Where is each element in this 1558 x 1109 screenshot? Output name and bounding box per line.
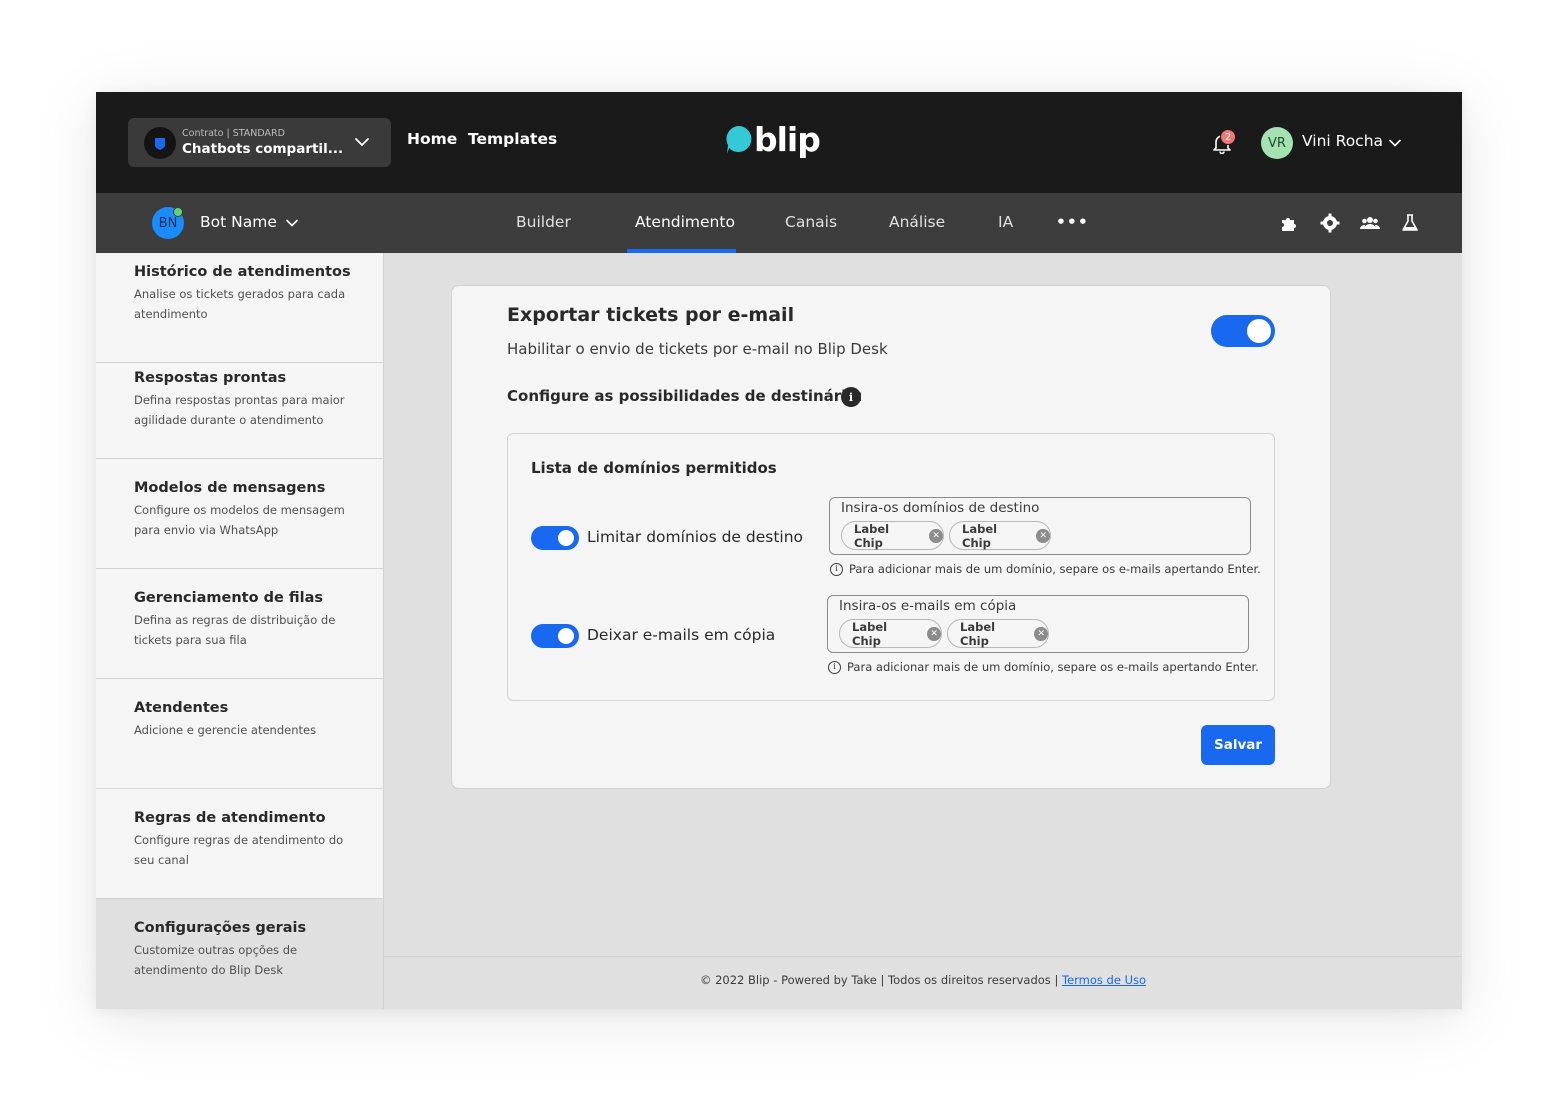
chevron-down-icon[interactable]: [353, 133, 371, 151]
footer-divider: [384, 956, 1462, 957]
sidebar-item-desc: Configure os modelos de mensagem para en…: [134, 503, 345, 537]
info-outline-icon: i: [828, 660, 841, 674]
export-tickets-card: Exportar tickets por e-mail Habilitar o …: [451, 285, 1331, 789]
nav-templates[interactable]: Templates: [468, 130, 557, 148]
export-email-toggle[interactable]: [1211, 315, 1275, 347]
card-title: Exportar tickets por e-mail: [507, 304, 795, 326]
sidebar-item-desc: Adicione e gerencie atendentes: [134, 723, 317, 737]
sidebar-item-desc: Customize outras opções de atendimento d…: [134, 943, 298, 977]
label-chip[interactable]: Label Chip ✕: [839, 619, 942, 648]
gear-icon[interactable]: [1320, 213, 1340, 233]
sidebar-item-title: Respostas prontas: [134, 370, 287, 386]
domains-helper-text: i Para adicionar mais de um domínio, sep…: [830, 562, 1261, 576]
chip-remove-icon[interactable]: ✕: [929, 528, 943, 543]
top-bar: Contrato | STANDARD Chatbots compartil..…: [96, 92, 1462, 193]
active-tab-indicator: [627, 249, 736, 253]
contract-selector[interactable]: Contrato | STANDARD Chatbots compartil..…: [128, 118, 391, 167]
contract-name: Chatbots compartil...: [182, 140, 344, 157]
team-icon[interactable]: [1360, 213, 1380, 233]
more-icon[interactable]: •••: [1056, 213, 1089, 231]
field-label: Insira-os domínios de destino: [841, 500, 1040, 516]
toggle-knob: [558, 530, 574, 546]
footer: © 2022 Blip - Powered by Take | Todos os…: [384, 973, 1462, 987]
tab-ia[interactable]: IA: [998, 213, 1013, 231]
sidebar-item-configuracoes[interactable]: Configurações gerais Customize outras op…: [96, 899, 383, 1009]
tab-atendimento[interactable]: Atendimento: [635, 213, 735, 231]
chip-label: Label Chip: [852, 619, 888, 648]
recipient-config-label: Configure as possibilidades de destinári…: [507, 387, 863, 405]
sidebar-item-title: Atendentes: [134, 700, 229, 716]
helper-text: Para adicionar mais de um domínio, separ…: [849, 562, 1261, 576]
footer-text: © 2022 Blip - Powered by Take | Todos os…: [699, 973, 1062, 987]
blip-logo[interactable]: blip: [723, 120, 821, 159]
cc-emails-toggle[interactable]: [531, 624, 579, 648]
online-status-dot: [173, 207, 183, 217]
info-outline-icon: i: [830, 562, 843, 576]
contract-plan: Contrato | STANDARD: [182, 127, 285, 139]
toggle-knob: [1247, 319, 1271, 343]
sidebar-item-regras[interactable]: Regras de atendimento Configure regras d…: [96, 789, 383, 899]
sidebar-item-modelos[interactable]: Modelos de mensagens Configure os modelo…: [96, 459, 383, 569]
sidebar-item-title: Regras de atendimento: [134, 810, 326, 826]
chevron-down-icon[interactable]: [1388, 136, 1402, 150]
sidebar-item-title: Gerenciamento de filas: [134, 590, 323, 606]
info-icon[interactable]: i: [841, 387, 861, 407]
save-button[interactable]: Salvar: [1201, 725, 1275, 765]
logo-text: blip: [754, 120, 821, 159]
label-chip[interactable]: Label Chip ✕: [947, 619, 1049, 648]
sidebar-item-atendentes[interactable]: Atendentes Adicione e gerencie atendente…: [96, 679, 383, 789]
user-name[interactable]: Vini Rocha: [1302, 132, 1383, 150]
nav-home[interactable]: Home: [407, 130, 457, 148]
chip-label: Label Chip: [962, 521, 998, 550]
sidebar-item-title: Configurações gerais: [134, 920, 307, 936]
field-label: Insira-os e-mails em cópia: [839, 598, 1017, 614]
sidebar-item-filas[interactable]: Gerenciamento de filas Defina as regras …: [96, 569, 383, 679]
tab-analise[interactable]: Análise: [889, 213, 945, 231]
puzzle-icon[interactable]: [1279, 213, 1299, 233]
cc-helper-text: i Para adicionar mais de um domínio, sep…: [828, 660, 1259, 674]
terms-link[interactable]: Termos de Uso: [1062, 973, 1146, 987]
flask-icon[interactable]: [1400, 213, 1420, 233]
chip-label: Label Chip: [960, 619, 996, 648]
limit-domains-toggle[interactable]: [531, 526, 579, 550]
label-chip[interactable]: Label Chip ✕: [949, 521, 1051, 550]
label-chip[interactable]: Label Chip ✕: [841, 521, 944, 550]
contract-icon: [144, 126, 176, 159]
helper-text: Para adicionar mais de um domínio, separ…: [847, 660, 1259, 674]
sidebar-item-desc: Configure regras de atendimento do seu c…: [134, 833, 344, 867]
sidebar-item-title: Histórico de atendimentos: [134, 264, 351, 280]
limit-domains-label: Limitar domínios de destino: [587, 528, 804, 546]
chevron-down-icon[interactable]: [285, 216, 299, 230]
card-subtitle: Habilitar o envio de tickets por e-mail …: [507, 340, 888, 358]
settings-sidebar: Histórico de atendimentos Analise os tic…: [96, 253, 384, 1009]
cc-emails-label: Deixar e-mails em cópia: [587, 626, 776, 644]
app-window: Contrato | STANDARD Chatbots compartil..…: [96, 92, 1462, 1009]
cc-emails-field[interactable]: Insira-os e-mails em cópia Label Chip ✕ …: [827, 595, 1249, 653]
sidebar-item-respostas[interactable]: Respostas prontas Defina respostas pront…: [96, 349, 383, 459]
sidebar-item-desc: Defina respostas prontas para maior agil…: [134, 393, 345, 427]
sidebar-item-desc: Analise os tickets gerados para cada ate…: [134, 287, 346, 321]
allowed-domains-panel: Lista de domínios permitidos Limitar dom…: [507, 433, 1275, 701]
bot-name[interactable]: Bot Name: [200, 213, 277, 231]
blip-bubble-icon: [726, 125, 752, 154]
chip-remove-icon[interactable]: ✕: [1034, 626, 1048, 641]
tab-builder[interactable]: Builder: [516, 213, 571, 231]
chip-remove-icon[interactable]: ✕: [927, 626, 941, 641]
sidebar-item-historico[interactable]: Histórico de atendimentos Analise os tic…: [96, 253, 383, 363]
sidebar-item-desc: Defina as regras de distribuição de tick…: [134, 613, 336, 647]
chip-label: Label Chip: [854, 521, 890, 550]
toggle-knob: [558, 628, 574, 644]
chip-remove-icon[interactable]: ✕: [1036, 528, 1050, 543]
destination-domains-field[interactable]: Insira-os domínios de destino Label Chip…: [829, 497, 1251, 555]
user-avatar[interactable]: VR: [1261, 127, 1293, 159]
tab-canais[interactable]: Canais: [785, 213, 837, 231]
bot-nav-bar: BN Bot Name Builder Atendimento Canais A…: [96, 193, 1462, 253]
allowed-domains-title: Lista de domínios permitidos: [531, 459, 777, 477]
sidebar-item-title: Modelos de mensagens: [134, 480, 326, 496]
notification-badge: 2: [1220, 129, 1236, 145]
